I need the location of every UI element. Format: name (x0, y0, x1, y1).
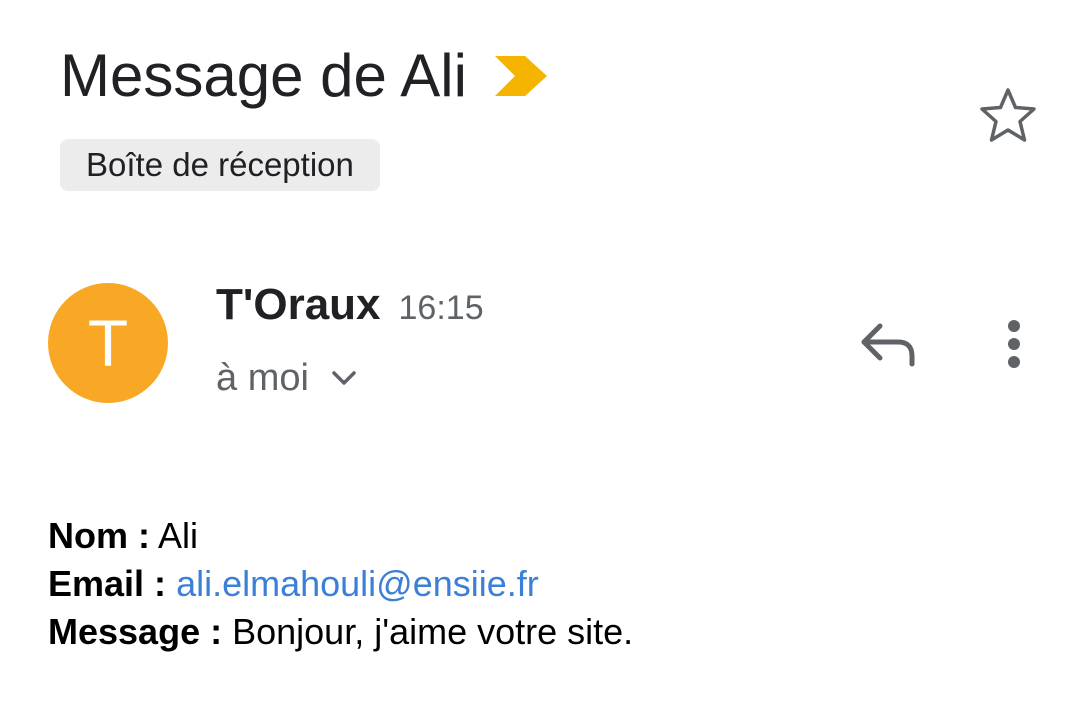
avatar-initial: T (87, 306, 129, 380)
sender-name: T'Oraux (216, 280, 381, 329)
name-label: Nom : (48, 515, 150, 556)
recipient-text: à moi (216, 356, 309, 399)
email-link[interactable]: ali.elmahouli@ensiie.fr (176, 563, 539, 604)
more-vert-icon[interactable] (994, 314, 1034, 374)
body-email-line: Email : ali.elmahouli@ensiie.fr (48, 560, 633, 608)
email-label: Email : (48, 563, 167, 604)
message-label: Message : (48, 611, 223, 652)
body-name-line: Nom : Ali (48, 512, 633, 560)
sender-avatar[interactable]: T (48, 283, 168, 403)
name-value: Ali (158, 515, 199, 556)
importance-marker-icon[interactable] (494, 56, 547, 96)
email-subject: Message de Ali (60, 42, 467, 109)
email-body: Nom : Ali Email : ali.elmahouli@ensiie.f… (48, 512, 633, 656)
recipient-details-toggle[interactable]: à moi (216, 352, 359, 404)
sent-time: 16:15 (398, 289, 484, 327)
star-icon[interactable] (976, 84, 1040, 148)
inbox-label-text: Boîte de réception (86, 146, 354, 183)
sender-row: T'Oraux 16:15 (216, 280, 484, 340)
subject-header: Message de Ali (60, 38, 547, 114)
body-message-line: Message : Bonjour, j'aime votre site. (48, 608, 633, 656)
message-value: Bonjour, j'aime votre site. (232, 611, 634, 652)
reply-icon[interactable] (856, 316, 920, 372)
chevron-down-icon (332, 371, 356, 385)
inbox-label-chip[interactable]: Boîte de réception (60, 139, 380, 191)
